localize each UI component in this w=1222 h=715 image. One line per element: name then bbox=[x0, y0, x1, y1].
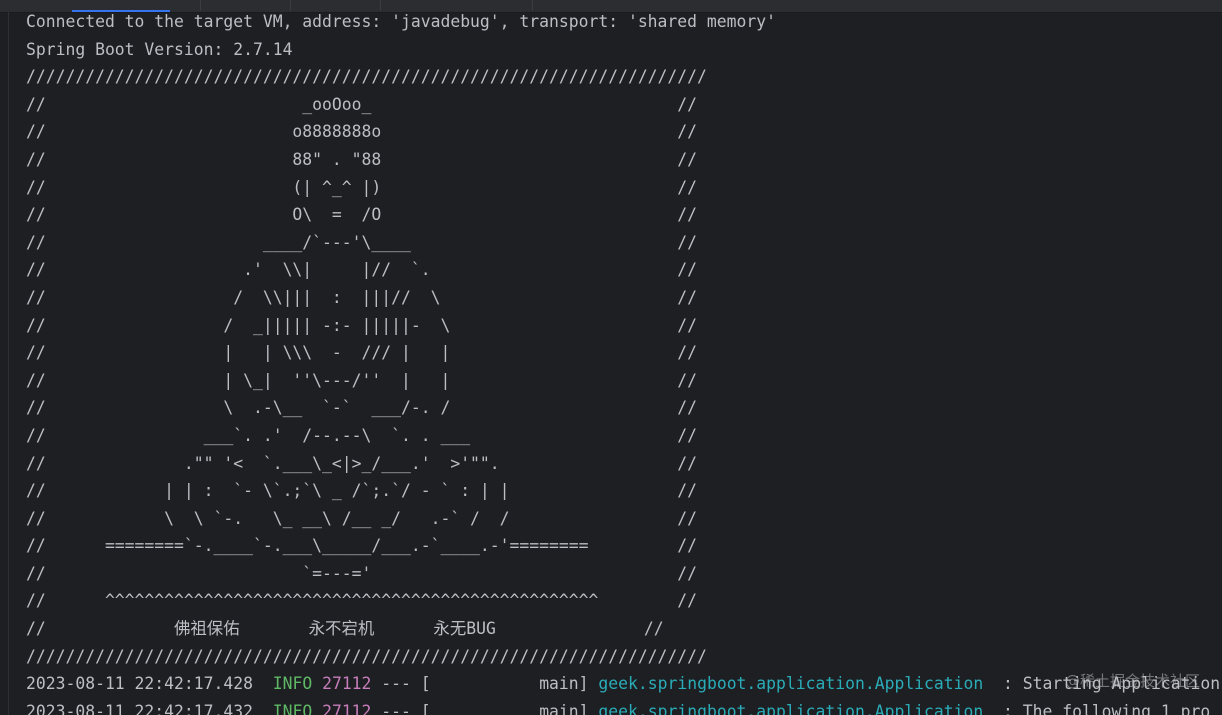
log-line: 2023-08-11 22:42:17.432 INFO 27112 --- [… bbox=[26, 698, 1220, 715]
banner-line: // | \_| ''\---/'' | | // bbox=[26, 370, 698, 390]
log-separator: --- [ bbox=[371, 701, 431, 715]
log-timestamp: 2023-08-11 22:42:17.432 bbox=[26, 701, 253, 715]
banner-line: // | | \\\ - /// | | // bbox=[26, 343, 698, 363]
console-output-panel[interactable]: Connected to the target VM, address: 'ja… bbox=[0, 0, 1222, 715]
log-logger[interactable]: geek.springboot.application.Application bbox=[598, 674, 983, 693]
banner-line: ////////////////////////////////////////… bbox=[26, 67, 707, 87]
log-spacer bbox=[253, 702, 273, 715]
log-spacer bbox=[589, 674, 599, 693]
banner-line: // 佛祖保佑 永不宕机 永无BUG // bbox=[26, 619, 664, 639]
log-pid: 27112 bbox=[322, 701, 372, 715]
banner-line: // ========`-.____`-.___\_____/___.-`___… bbox=[26, 536, 698, 556]
banner-line: // \ \ `-. \_ __\ /__ _/ .-` / / // bbox=[26, 508, 698, 528]
banner-line: // ."" '< `.___\_<|>_/___.' >'"". // bbox=[26, 453, 698, 473]
log-logger[interactable]: geek.springboot.application.Application bbox=[598, 702, 983, 715]
banner-line: // ___`. .' /--.--\ `. . ___ // bbox=[26, 425, 698, 445]
log-level: INFO bbox=[272, 701, 313, 715]
log-spacer bbox=[589, 702, 599, 715]
console-line-spring-version: Spring Boot Version: 2.7.14 bbox=[26, 39, 293, 59]
banner-line: // / _||||| -:- |||||- \ // bbox=[26, 315, 698, 335]
log-thread: main] bbox=[430, 701, 589, 715]
log-spacer bbox=[312, 674, 322, 693]
console-line-vm-connect: Connected to the target VM, address: 'ja… bbox=[26, 12, 776, 31]
watermark: @稀土掘金技术社区 bbox=[1064, 672, 1200, 690]
banner-line: // | | : `- \`.;`\ _ /`;.`/ - ` : | | // bbox=[26, 481, 698, 501]
banner-line: // o8888888o // bbox=[26, 122, 698, 142]
banner-line: ////////////////////////////////////////… bbox=[26, 646, 707, 666]
log-thread: main] bbox=[430, 674, 589, 694]
log-level: INFO bbox=[272, 674, 313, 694]
banner-line: // .' \\| |// `. // bbox=[26, 260, 698, 280]
log-lines: 2023-08-11 22:42:17.428 INFO 27112 --- [… bbox=[26, 670, 1220, 715]
ascii-banner: ////////////////////////////////////////… bbox=[26, 63, 1220, 670]
banner-line: // ____/`---'\____ // bbox=[26, 232, 698, 252]
log-line: 2023-08-11 22:42:17.428 INFO 27112 --- [… bbox=[26, 670, 1220, 698]
banner-line: // O\ = /O // bbox=[26, 205, 698, 225]
banner-line: // _ooOoo_ // bbox=[26, 94, 698, 114]
banner-line: // `=---=' // bbox=[26, 563, 698, 583]
banner-line: // (| ^_^ |) // bbox=[26, 177, 698, 197]
banner-line: // \ .-\__ `-` ___/-. / // bbox=[26, 398, 698, 418]
console-lines: Connected to the target VM, address: 'ja… bbox=[26, 8, 1220, 715]
log-timestamp: 2023-08-11 22:42:17.428 bbox=[26, 674, 253, 694]
banner-line: // / \\||| : |||// \ // bbox=[26, 287, 698, 307]
banner-line: // ^^^^^^^^^^^^^^^^^^^^^^^^^^^^^^^^^^^^^… bbox=[26, 591, 698, 611]
log-spacer bbox=[312, 702, 322, 715]
log-pid: 27112 bbox=[322, 674, 372, 694]
log-message: : The following 1 pro bbox=[983, 701, 1211, 715]
banner-line: // 88" . "88 // bbox=[26, 149, 698, 169]
console-gutter bbox=[8, 12, 9, 715]
log-separator: --- [ bbox=[371, 674, 431, 694]
log-spacer bbox=[253, 674, 273, 693]
